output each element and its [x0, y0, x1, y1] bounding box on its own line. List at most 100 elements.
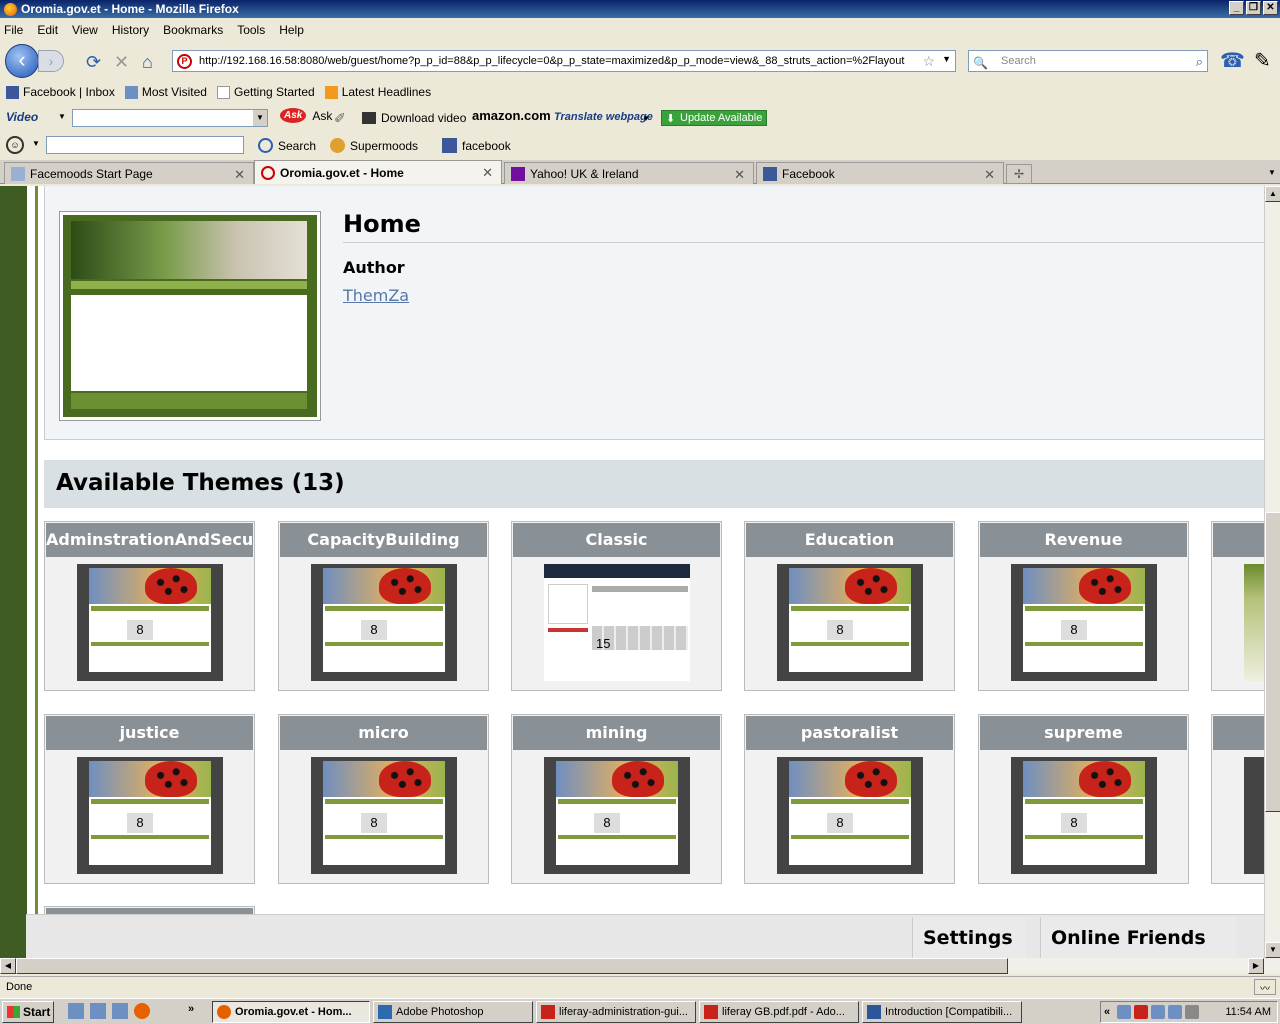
video-search-combo[interactable]: ▼: [72, 109, 268, 127]
settings-button[interactable]: Settings: [912, 917, 1026, 958]
menu-view[interactable]: View: [72, 23, 98, 37]
amazon-button[interactable]: amazon.com: [472, 108, 551, 123]
scroll-down-icon[interactable]: ▼: [1265, 942, 1280, 958]
tray-expand-icon[interactable]: «: [1104, 1002, 1110, 1022]
theme-thumbnail[interactable]: 8: [1011, 564, 1157, 681]
theme-thumbnail[interactable]: 8: [544, 757, 690, 874]
tray-chat-icon[interactable]: [1151, 1005, 1165, 1019]
theme-card[interactable]: CapacityBuilding 8: [278, 521, 489, 691]
scroll-right-icon[interactable]: ▶: [1248, 958, 1264, 974]
list-tabs-icon[interactable]: ▼: [1264, 164, 1280, 182]
quick-launch-app-icon[interactable]: [68, 1003, 84, 1019]
theme-card[interactable]: Classic 15: [511, 521, 722, 691]
horizontal-scrollbar[interactable]: ◀ ▶: [0, 958, 1280, 974]
translate-webpage-button[interactable]: Translate webpage: [554, 111, 653, 123]
tray-network-icon[interactable]: [1117, 1005, 1131, 1019]
tab-oromia-home[interactable]: Oromia.gov.et - Home ✕: [254, 160, 502, 184]
close-button[interactable]: ✕: [1263, 1, 1278, 15]
tray-security-icon[interactable]: [1134, 1005, 1148, 1019]
theme-thumbnail[interactable]: [1244, 757, 1264, 874]
restore-button[interactable]: ❐: [1246, 1, 1261, 15]
author-link[interactable]: ThemZa: [343, 286, 409, 305]
theme-thumbnail[interactable]: 8: [77, 757, 223, 874]
pen-icon[interactable]: ✎: [1254, 48, 1271, 73]
theme-thumbnail[interactable]: 8: [1011, 757, 1157, 874]
tray-connection-icon[interactable]: [1168, 1005, 1182, 1019]
close-tab-icon[interactable]: ✕: [234, 167, 245, 183]
theme-thumbnail[interactable]: 8: [311, 757, 457, 874]
scroll-left-icon[interactable]: ◀: [0, 958, 16, 974]
bookmark-most-visited[interactable]: Most Visited: [124, 85, 207, 99]
search-go-icon[interactable]: ⌕: [1196, 52, 1203, 72]
theme-card-partial[interactable]: [1211, 714, 1264, 884]
task-word[interactable]: Introduction [Compatibili...: [862, 1001, 1022, 1023]
home-icon[interactable]: ⌂: [142, 52, 153, 73]
theme-card-partial[interactable]: [1211, 521, 1264, 691]
quick-launch-desktop-icon[interactable]: [90, 1003, 106, 1019]
theme-thumbnail[interactable]: 8: [77, 564, 223, 681]
horizontal-scroll-thumb[interactable]: [16, 958, 1008, 974]
theme-thumbnail[interactable]: [1244, 564, 1264, 681]
menu-bookmarks[interactable]: Bookmarks: [163, 23, 223, 37]
tray-volume-icon[interactable]: [1185, 1005, 1199, 1019]
url-dropdown-icon[interactable]: ▼: [942, 54, 951, 64]
bookmark-getting-started[interactable]: Getting Started: [216, 85, 315, 99]
theme-card[interactable]: supreme 8: [978, 714, 1189, 884]
menu-tools[interactable]: Tools: [237, 23, 265, 37]
update-available-button[interactable]: ⬇ Update Available: [661, 110, 768, 126]
video-menu[interactable]: Video: [6, 110, 38, 124]
supermoods-button[interactable]: Supermoods: [330, 138, 418, 153]
menu-edit[interactable]: Edit: [37, 23, 58, 37]
search-input[interactable]: 🔍 Search ⌕: [968, 50, 1208, 72]
close-tab-icon[interactable]: ✕: [482, 165, 493, 181]
bookmark-facebook-inbox[interactable]: Facebook | Inbox: [6, 85, 115, 99]
menu-history[interactable]: History: [112, 23, 149, 37]
quick-launch-firefox-icon[interactable]: [134, 1003, 150, 1019]
tab-facemoods[interactable]: Facemoods Start Page ✕: [4, 162, 254, 184]
minimize-button[interactable]: _: [1229, 1, 1244, 15]
menu-help[interactable]: Help: [279, 23, 304, 37]
reload-icon[interactable]: ⟳: [86, 52, 101, 73]
translate-dropdown-icon[interactable]: ▼: [642, 114, 650, 123]
task-pdf-1[interactable]: liferay-administration-gui...: [536, 1001, 696, 1023]
moods-search-input[interactable]: [46, 136, 244, 154]
skype-icon[interactable]: ☎: [1220, 48, 1245, 73]
task-photoshop[interactable]: Adobe Photoshop: [373, 1001, 533, 1023]
video-dropdown-icon[interactable]: ▼: [58, 112, 66, 121]
quick-launch-more-icon[interactable]: »: [188, 1003, 194, 1015]
theme-thumbnail[interactable]: 8: [777, 564, 923, 681]
download-video-button[interactable]: Download video: [362, 111, 466, 125]
tab-facebook[interactable]: Facebook ✕: [756, 162, 1004, 184]
forward-button[interactable]: ›: [38, 50, 64, 72]
stop-icon[interactable]: ✕: [114, 52, 129, 73]
status-addon-icon[interactable]: 〰: [1254, 979, 1276, 995]
vertical-scrollbar[interactable]: ▲ ▼: [1264, 186, 1280, 958]
search-engine-icon[interactable]: 🔍: [973, 53, 988, 73]
theme-card[interactable]: Education 8: [744, 521, 955, 691]
facebook-button[interactable]: facebook: [442, 138, 511, 153]
theme-card[interactable]: AdminstrationAndSecurity 8: [44, 521, 255, 691]
online-friends-button[interactable]: Online Friends (0): [1040, 917, 1236, 958]
tab-yahoo[interactable]: Yahoo! UK & Ireland ✕: [504, 162, 754, 184]
theme-card[interactable]: justice 8: [44, 714, 255, 884]
start-button[interactable]: Start: [2, 1001, 54, 1023]
moods-logo-icon[interactable]: ☺: [6, 136, 24, 154]
back-button[interactable]: ‹: [5, 44, 39, 78]
new-tab-button[interactable]: ✢: [1006, 164, 1032, 184]
ask-button[interactable]: Ask Ask: [280, 108, 332, 123]
bookmark-star-icon[interactable]: ☆: [922, 53, 935, 70]
url-bar[interactable]: P http://192.168.16.58:8080/web/guest/ho…: [172, 50, 956, 72]
quick-launch-app-icon[interactable]: [112, 1003, 128, 1019]
theme-card[interactable]: Revenue 8: [978, 521, 1189, 691]
close-tab-icon[interactable]: ✕: [734, 167, 745, 183]
moods-search-button[interactable]: Search: [258, 138, 316, 153]
theme-card[interactable]: mining 8: [511, 714, 722, 884]
close-tab-icon[interactable]: ✕: [984, 167, 995, 183]
theme-thumbnail[interactable]: 8: [311, 564, 457, 681]
theme-card[interactable]: micro 8: [278, 714, 489, 884]
task-pdf-2[interactable]: liferay GB.pdf.pdf - Ado...: [699, 1001, 859, 1023]
scroll-up-icon[interactable]: ▲: [1265, 186, 1280, 202]
task-firefox[interactable]: Oromia.gov.et - Hom...: [212, 1001, 370, 1023]
theme-thumbnail[interactable]: 8: [777, 757, 923, 874]
theme-thumbnail[interactable]: 15: [544, 564, 690, 681]
